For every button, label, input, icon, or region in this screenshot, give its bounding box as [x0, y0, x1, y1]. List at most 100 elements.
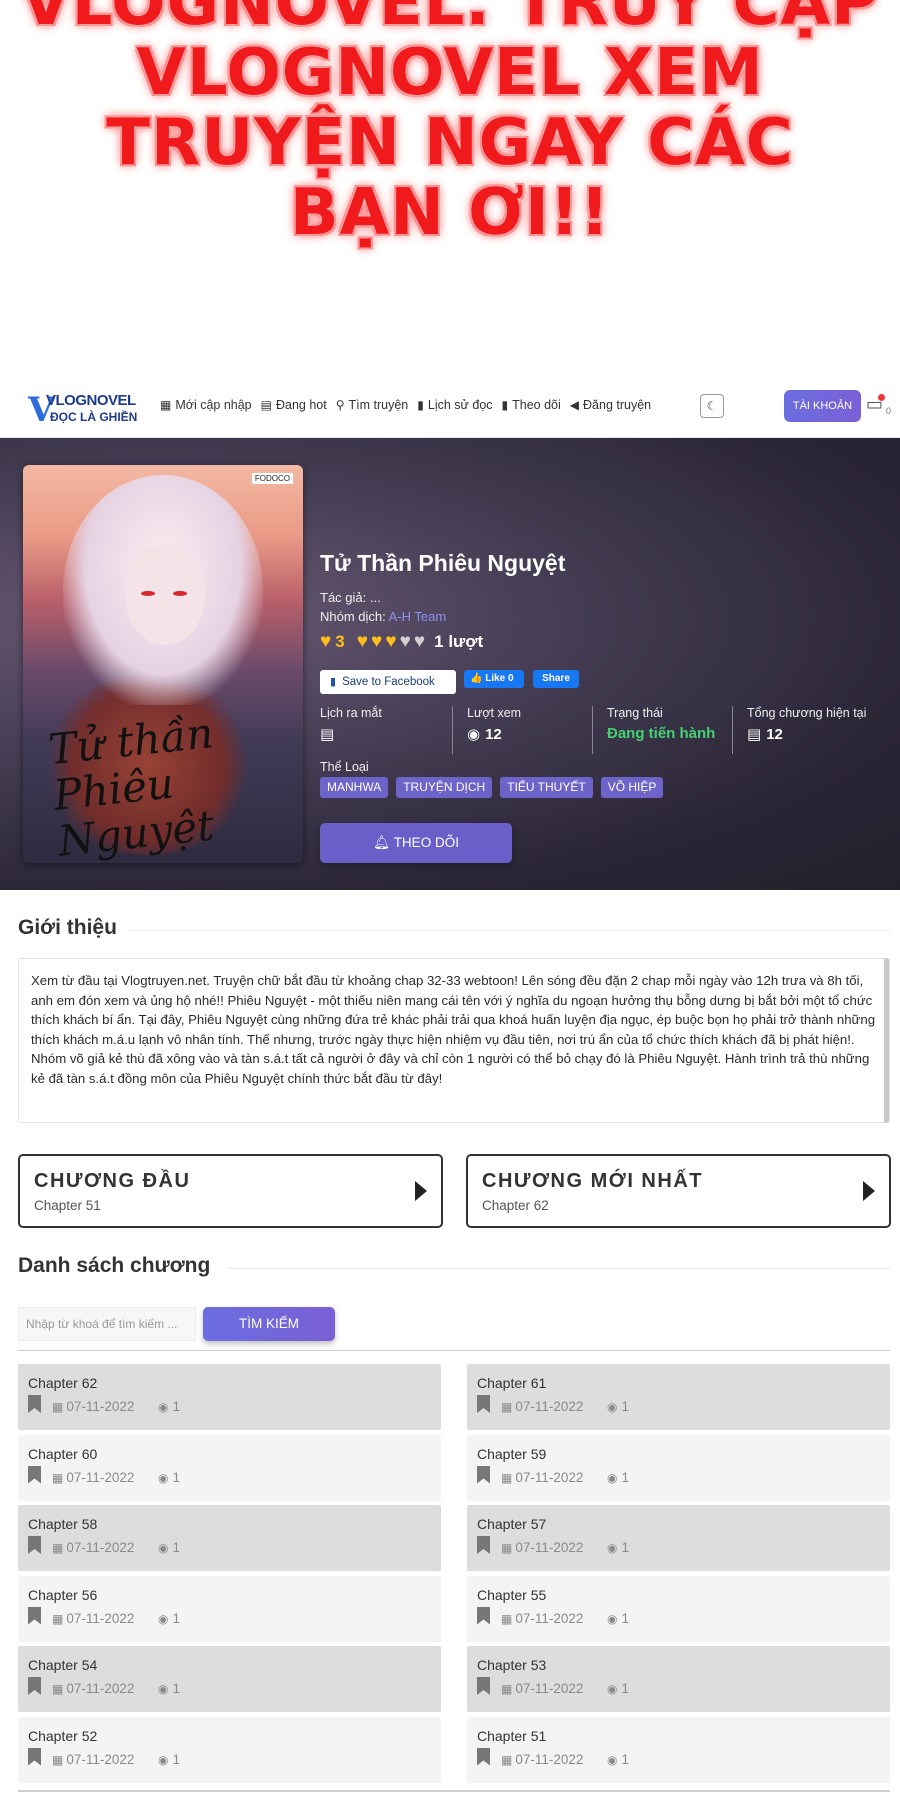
bell-icon: 🔔︎	[373, 835, 391, 850]
chapter-row[interactable]: Chapter 56 ▦ 07-11-2022 ◉ 1	[18, 1575, 441, 1642]
save-to-facebook-button[interactable]: ▮ Save to Facebook	[320, 670, 456, 694]
heart-icon[interactable]: ♥	[414, 631, 425, 653]
heart-icon[interactable]: ♥	[371, 631, 382, 653]
bookmark-icon[interactable]	[28, 1747, 41, 1766]
theme-toggle-button[interactable]: ☾	[700, 394, 724, 418]
chapter-row[interactable]: Chapter 57 ▦ 07-11-2022 ◉ 1	[467, 1505, 890, 1571]
genre-tag[interactable]: MANHWA	[320, 777, 389, 798]
views-value: 1	[172, 1751, 180, 1767]
chapter-row[interactable]: Chapter 61 ▦ 07-11-2022 ◉ 1	[467, 1364, 890, 1430]
chapter-search-button[interactable]: TÌM KIẾM	[203, 1307, 335, 1341]
bookmark-icon[interactable]	[477, 1747, 490, 1766]
latest-chapter-title: CHƯƠNG MỚI NHẤT	[482, 1170, 703, 1192]
calendar-icon: ▦	[501, 1541, 513, 1555]
chapter-row[interactable]: Chapter 53 ▦ 07-11-2022 ◉ 1	[467, 1646, 890, 1712]
bookmark-icon[interactable]	[477, 1606, 490, 1625]
chapter-row[interactable]: Chapter 51 ▦ 07-11-2022 ◉ 1	[467, 1716, 890, 1783]
fb-like-button[interactable]: 👍 Like 0	[464, 670, 524, 688]
chapter-name[interactable]: Chapter 58	[28, 1516, 97, 1532]
chapter-date: ▦ 07-11-2022	[501, 1470, 583, 1485]
chapter-search-input[interactable]: Nhập từ khoá để tìm kiếm ...	[18, 1307, 196, 1341]
genre-tag[interactable]: TRUYỆN DỊCH	[396, 777, 493, 798]
chapter-views: ◉ 1	[607, 1399, 629, 1414]
chapter-views: ◉ 1	[158, 1399, 180, 1414]
bookmark-icon[interactable]	[28, 1677, 41, 1695]
chapter-name[interactable]: Chapter 56	[28, 1587, 97, 1603]
author-value: ...	[369, 590, 381, 605]
views-value: 1	[621, 1681, 629, 1696]
chapter-name[interactable]: Chapter 59	[477, 1446, 546, 1462]
chapter-row[interactable]: Chapter 52 ▦ 07-11-2022 ◉ 1	[18, 1716, 441, 1783]
fb-share-button[interactable]: Share	[533, 670, 579, 688]
chapter-date: ▦ 07-11-2022	[501, 1681, 583, 1696]
nav-item-search[interactable]: ⚲ Tìm truyện	[336, 398, 409, 412]
bookmark-icon[interactable]	[28, 1465, 41, 1484]
bookmark-icon[interactable]	[477, 1465, 490, 1484]
calendar-icon: ▦	[501, 1682, 513, 1696]
chapter-name[interactable]: Chapter 60	[28, 1446, 97, 1462]
chapter-row[interactable]: Chapter 58 ▦ 07-11-2022 ◉ 1	[18, 1505, 441, 1571]
intro-scrollbar[interactable]	[884, 958, 889, 1123]
nav-item-new-updates[interactable]: ▦ Mới cập nhập	[160, 398, 252, 412]
follow-button[interactable]: 🔔︎ THEO DÕI	[320, 823, 512, 863]
stat-label: Tổng chương hiện tại	[747, 706, 867, 720]
bookmark-icon[interactable]	[28, 1606, 41, 1625]
site-logo[interactable]: V VLOGNOVEL ĐỌC LÀ GHIỀN	[28, 388, 146, 430]
manga-stats: Lịch ra mắt ▤ Lượt xem ◉ 12 Trạng thái Đa…	[320, 706, 880, 754]
chapter-name[interactable]: Chapter 54	[28, 1657, 97, 1673]
bookmark-icon[interactable]	[477, 1536, 490, 1554]
manga-hero: FODOCO Tử thần Phiêu Nguyệt Tử Thần Phiê…	[0, 438, 900, 890]
heart-icon[interactable]: ♥	[357, 631, 368, 653]
stat-value: ▤ 12	[747, 725, 880, 744]
heart-icon[interactable]: ♥	[385, 631, 396, 653]
chapter-row[interactable]: Chapter 54 ▦ 07-11-2022 ◉ 1	[18, 1646, 441, 1712]
chapter-name[interactable]: Chapter 53	[477, 1657, 546, 1673]
chapter-name[interactable]: Chapter 52	[28, 1728, 97, 1744]
chapter-name[interactable]: Chapter 51	[477, 1728, 546, 1744]
chapter-views: ◉ 1	[607, 1470, 629, 1485]
bookmark-icon[interactable]	[477, 1395, 490, 1413]
nav-item-hot[interactable]: ▤ Đang hot	[261, 398, 327, 412]
eye-icon: ◉	[607, 1470, 618, 1485]
eye-icon: ◉	[158, 1682, 169, 1696]
views-value: 1	[172, 1399, 180, 1414]
calendar-icon: ▦	[52, 1752, 64, 1767]
bookmark-icon[interactable]	[28, 1395, 41, 1413]
bookmark-icon[interactable]	[477, 1677, 490, 1695]
chapter-name[interactable]: Chapter 62	[28, 1375, 97, 1391]
chapter-date: ▦ 07-11-2022	[52, 1681, 134, 1696]
logo-bottom-text: ĐỌC LÀ GHIỀN	[50, 410, 138, 424]
chapter-row[interactable]: Chapter 60 ▦ 07-11-2022 ◉ 1	[18, 1434, 441, 1501]
chapter-views: ◉ 1	[607, 1611, 629, 1626]
views-value: 1	[172, 1540, 180, 1555]
views-value: 1	[621, 1399, 629, 1414]
genres-label: Thể Loại	[320, 760, 369, 774]
latest-chapter-card[interactable]: CHƯƠNG MỚI NHẤT Chapter 62	[466, 1154, 891, 1228]
calendar-icon: ▦	[501, 1752, 513, 1767]
first-chapter-card[interactable]: CHƯƠNG ĐẦU Chapter 51	[18, 1154, 443, 1228]
genre-tag[interactable]: TIỂU THUYẾT	[500, 777, 593, 798]
bookmark-icon[interactable]	[28, 1536, 41, 1554]
chapter-views: ◉ 1	[158, 1540, 180, 1555]
chapter-row[interactable]: Chapter 62 ▦ 07-11-2022 ◉ 1	[18, 1364, 441, 1430]
chapter-row[interactable]: Chapter 55 ▦ 07-11-2022 ◉ 1	[467, 1575, 890, 1642]
nav-item-history[interactable]: ▮ Lịch sử đọc	[417, 398, 492, 412]
chapter-name[interactable]: Chapter 55	[477, 1587, 546, 1603]
nav-item-following[interactable]: ▮ Theo dõi	[502, 398, 561, 412]
account-button[interactable]: TÀI KHOẢN	[784, 390, 861, 422]
calendar-icon: ▦	[52, 1682, 64, 1696]
calendar-icon: ▦	[501, 1611, 513, 1626]
chapter-name[interactable]: Chapter 61	[477, 1375, 546, 1391]
chapter-name[interactable]: Chapter 57	[477, 1516, 546, 1532]
group-label: Nhóm dịch:	[320, 609, 386, 624]
stat-value: ◉ 12	[467, 725, 592, 744]
nav-item-post[interactable]: ◀ Đăng truyện	[570, 398, 651, 412]
genre-tag[interactable]: VÕ HIỆP	[600, 777, 664, 798]
promo-banner: VLOGNOVEL. TRUY CẬP VLOGNOVEL XEM TRUYỆN…	[0, 0, 900, 380]
chapter-row[interactable]: Chapter 59 ▦ 07-11-2022 ◉ 1	[467, 1434, 890, 1501]
intro-text: Xem từ đầu tại Vlogtruyen.net. Truyện ch…	[31, 973, 876, 1086]
eye-icon: ◉	[607, 1400, 618, 1414]
group-link[interactable]: A-H Team	[389, 609, 447, 624]
heart-icon[interactable]: ♥	[400, 631, 411, 653]
intro-heading: Giới thiệu	[18, 916, 117, 939]
